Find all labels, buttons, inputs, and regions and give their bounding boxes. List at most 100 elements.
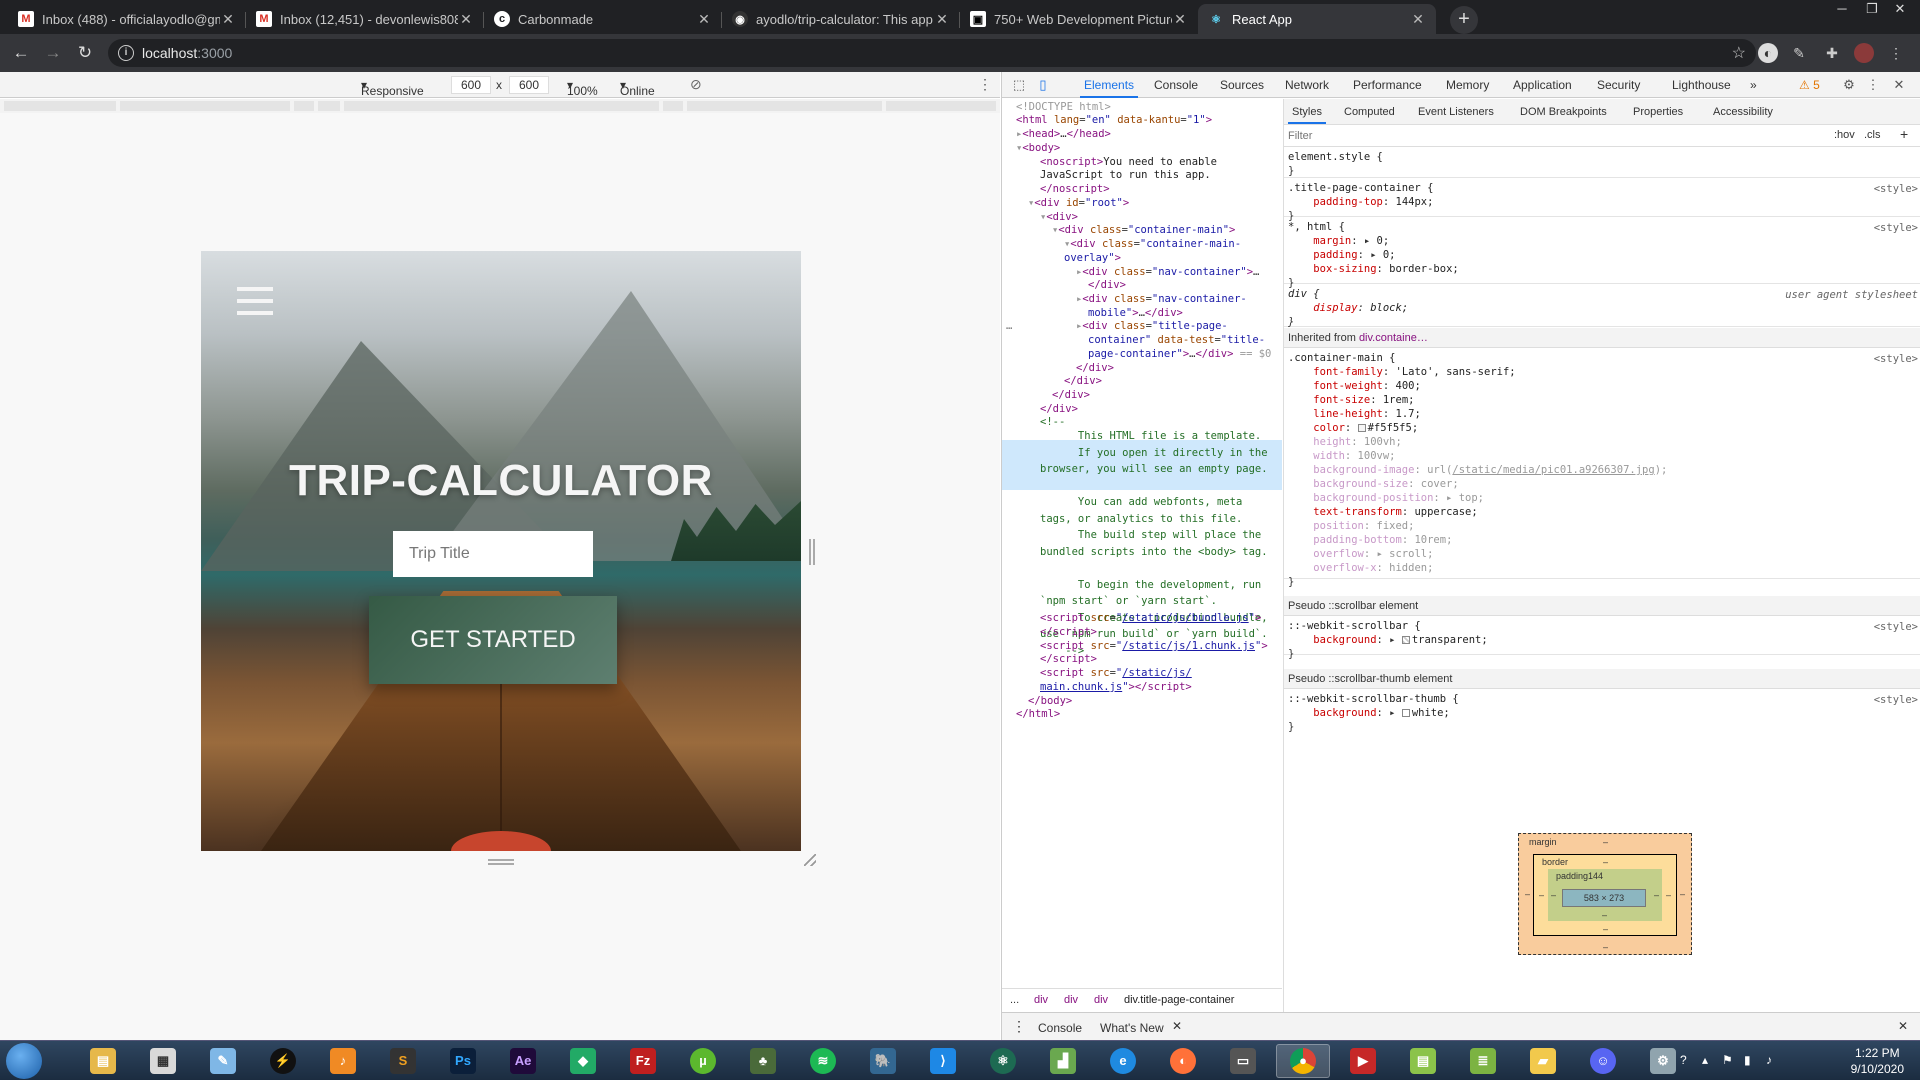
hamburger-menu-icon[interactable] (237, 287, 273, 315)
rule-source[interactable]: user agent stylesheet (1785, 288, 1918, 302)
back-icon[interactable]: ← (10, 42, 32, 64)
close-icon[interactable]: ✕ (1172, 11, 1188, 28)
box-border-bottom[interactable]: – (1603, 924, 1608, 934)
minimize-icon[interactable]: ─ (1828, 0, 1856, 20)
chart-app-icon[interactable]: ▟ (1036, 1044, 1090, 1078)
tab-computed[interactable]: Computed (1344, 106, 1395, 118)
drawer-tab-console[interactable]: Console (1038, 1021, 1082, 1035)
rule-source[interactable]: <style> (1874, 182, 1918, 196)
tab-security[interactable]: Security (1597, 78, 1640, 92)
drawer-tab-whats-new[interactable]: What's New (1100, 1021, 1164, 1035)
zoom-select[interactable]: 100% ▾ (567, 78, 598, 98)
devtools-menu-kebab-icon[interactable]: ⋮ (1864, 76, 1882, 94)
calculator-icon[interactable]: ▦ (136, 1044, 190, 1078)
utorrent-icon[interactable]: µ (676, 1044, 730, 1078)
tray-expand-icon[interactable]: ▴ (1702, 1053, 1708, 1067)
css-rule-container-main[interactable]: .container-main { font-family: 'Lato', s… (1284, 349, 1920, 588)
tab-properties[interactable]: Properties (1633, 106, 1683, 118)
tab-sources[interactable]: Sources (1220, 78, 1264, 92)
breadcrumb-item[interactable]: div (1094, 994, 1108, 1006)
css-rule-title-page-container[interactable]: .title-page-container { padding-top: 144… (1284, 179, 1920, 222)
dom-ellipsis[interactable]: … (1006, 318, 1012, 335)
tab-elements[interactable]: Elements (1079, 78, 1139, 98)
device-menu-kebab-icon[interactable]: ⋮ (978, 76, 992, 93)
box-margin-left[interactable]: – (1525, 889, 1530, 899)
postgres-icon[interactable]: 🐘 (856, 1044, 910, 1078)
spotify-icon[interactable]: ≋ (796, 1044, 850, 1078)
chrome-icon[interactable]: ● (1276, 1044, 1330, 1078)
warning-count[interactable]: ⚠ 5 (1799, 78, 1820, 92)
css-rule-webkit-scrollbar[interactable]: ::-webkit-scrollbar { background: ▸ tran… (1284, 617, 1920, 660)
after-effects-icon[interactable]: Ae (496, 1044, 550, 1078)
filezilla-icon[interactable]: Fz (616, 1044, 670, 1078)
close-icon[interactable]: ✕ (934, 11, 950, 28)
tab-lighthouse[interactable]: Lighthouse (1672, 78, 1731, 92)
css-rule-universal[interactable]: *, html { margin: ▸ 0; padding: ▸ 0; box… (1284, 218, 1920, 289)
vscode-icon[interactable]: ⟩ (916, 1044, 970, 1078)
close-icon[interactable]: ✕ (1410, 11, 1426, 28)
trip-title-input[interactable] (393, 531, 593, 577)
box-padding-left[interactable]: – (1551, 890, 1556, 900)
clock[interactable]: 1:22 PM 9/10/2020 (1851, 1045, 1904, 1077)
flag-icon[interactable]: ⚑ (1722, 1053, 1733, 1067)
tab-memory[interactable]: Memory (1446, 78, 1489, 92)
breadcrumb-item-current[interactable]: div.title-page-container (1124, 994, 1234, 1006)
get-started-button[interactable]: GET STARTED (369, 596, 617, 684)
device-mode-select[interactable]: Responsive ▾ (361, 78, 424, 98)
app-circle-icon[interactable]: ⚡ (256, 1044, 310, 1078)
close-icon[interactable]: ✕ (458, 11, 474, 28)
tab-gmail-2[interactable]: M Inbox (12,451) - devonlewis808@ ✕ (246, 4, 484, 34)
notes-app-icon[interactable]: ▤ (1396, 1044, 1450, 1078)
css-rule-element-style[interactable]: element.style { } (1284, 148, 1920, 178)
close-icon[interactable]: ✕ (1172, 1019, 1182, 1033)
extension-pen-icon[interactable]: ✎ (1789, 43, 1809, 63)
sticky-notes-icon[interactable]: ✎ (196, 1044, 250, 1078)
class-toggle[interactable]: .cls (1864, 129, 1881, 141)
tab-network[interactable]: Network (1285, 78, 1329, 92)
breadcrumb-item[interactable]: div (1064, 994, 1078, 1006)
tab-carbonmade[interactable]: c Carbonmade ✕ (484, 4, 722, 34)
dom-line[interactable]: </html> (1016, 706, 1060, 723)
rule-source[interactable]: <style> (1874, 221, 1918, 235)
avatar[interactable] (1854, 43, 1874, 63)
terminal-icon[interactable]: ▭ (1216, 1044, 1270, 1078)
box-margin-right[interactable]: – (1680, 889, 1685, 899)
url-text[interactable]: localhost:3000 (142, 45, 232, 61)
window-close-icon[interactable]: ✕ (1886, 0, 1914, 20)
volume-icon[interactable]: ♪ (1766, 1053, 1772, 1067)
width-input[interactable]: 600 (451, 76, 491, 94)
hover-state-toggle[interactable]: :hov (1834, 129, 1855, 141)
resize-handle-right[interactable] (809, 539, 815, 565)
address-bar[interactable]: i localhost:3000 ☆ (108, 39, 1756, 67)
stack-app-icon[interactable]: ≣ (1456, 1044, 1510, 1078)
tab-dom-breakpoints[interactable]: DOM Breakpoints (1520, 106, 1607, 118)
device-toggle-icon[interactable]: ▯ (1034, 76, 1052, 94)
close-devtools-icon[interactable]: ✕ (1890, 76, 1908, 94)
firefox-icon[interactable]: ◐ (1156, 1044, 1210, 1078)
new-rule-icon[interactable]: + (1900, 126, 1908, 142)
bookmark-star-icon[interactable]: ☆ (1732, 43, 1746, 63)
tab-performance[interactable]: Performance (1353, 78, 1422, 92)
tab-styles[interactable]: Styles (1288, 106, 1326, 124)
box-content-size[interactable]: 583 × 273 (1562, 889, 1646, 907)
atom-icon[interactable]: ⚛ (976, 1044, 1030, 1078)
box-border-left[interactable]: – (1539, 890, 1544, 900)
css-rule-webkit-scrollbar-thumb[interactable]: ::-webkit-scrollbar-thumb { background: … (1284, 690, 1920, 733)
breadcrumb-item[interactable]: ... (1010, 994, 1019, 1006)
box-border-value[interactable]: – (1603, 857, 1608, 867)
extensions-puzzle-icon[interactable]: ✚ (1822, 43, 1842, 63)
breadcrumb-item[interactable]: div (1034, 994, 1048, 1006)
help-icon[interactable]: ? (1680, 1053, 1687, 1067)
tab-react-app[interactable]: ⚛ React App ✕ (1198, 4, 1436, 34)
discord-icon[interactable]: ☺ (1576, 1044, 1630, 1078)
restore-icon[interactable]: ❐ (1858, 0, 1886, 20)
rule-source[interactable]: <style> (1874, 620, 1918, 634)
inspect-element-icon[interactable]: ⬚ (1010, 76, 1028, 94)
box-padding-bottom[interactable]: – (1602, 910, 1607, 920)
box-border-right[interactable]: – (1666, 890, 1671, 900)
sublime-text-icon[interactable]: S (376, 1044, 430, 1078)
close-icon[interactable]: ✕ (220, 11, 236, 28)
reload-icon[interactable]: ↻ (74, 42, 96, 64)
menu-kebab-icon[interactable]: ⋮ (1886, 43, 1906, 63)
height-input[interactable]: 600 (509, 76, 549, 94)
